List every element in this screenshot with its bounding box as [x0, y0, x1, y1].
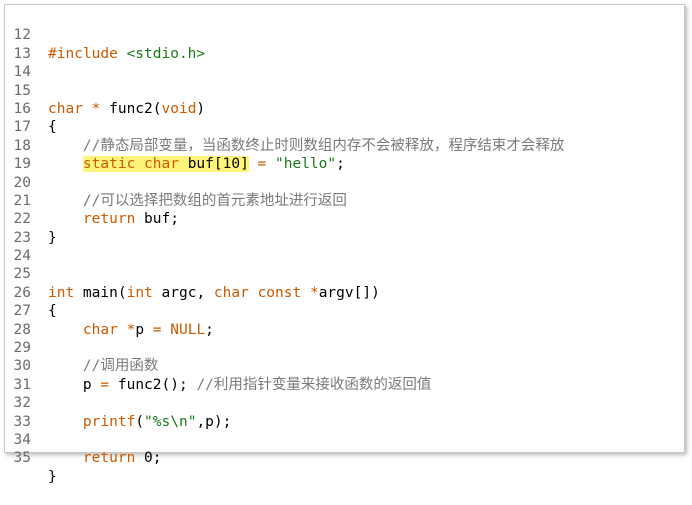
code-line: 33: [5, 394, 684, 430]
code-line: 34 return 0;: [5, 413, 684, 466]
code-line: 29 //调用函数: [5, 321, 684, 374]
code-line: 30 p = func2(); //利用指针变量来接收函数的返回值: [5, 339, 684, 392]
code-line: 35 }: [5, 431, 684, 484]
code-line: 32 printf("%s\n",p);: [5, 376, 684, 429]
code-line: 16 {: [5, 82, 684, 135]
code-line: 24: [5, 229, 684, 264]
line-code: }: [48, 468, 57, 485]
code-line: 17 //静态局部变量，当函数终止时则数组内存不会被释放，程序结束才会释放: [5, 100, 684, 153]
code-line: 25 int main(int argc, char const *argv[]…: [5, 247, 684, 300]
code-line: 22 }: [5, 192, 684, 245]
code-line: 21 return buf;: [5, 174, 684, 227]
code-line: 13: [5, 26, 684, 62]
code-line: 27 char *p = NULL;: [5, 284, 684, 337]
code-line: 28: [5, 302, 684, 338]
code-line-highlighted: 18 static char buf[10] = "hello";: [5, 118, 684, 173]
code-editor: 12 #include <stdio.h> 13 14 15 char * fu…: [5, 8, 684, 484]
code-line: 23: [5, 210, 684, 246]
code-line: 15 char * func2(void): [5, 63, 684, 117]
code-line: 12 #include <stdio.h>: [5, 8, 684, 61]
code-line: 14: [5, 45, 684, 80]
code-line: 31: [5, 357, 684, 393]
code-screenshot-frame: 12 #include <stdio.h> 13 14 15 char * fu…: [4, 4, 685, 485]
code-line: 19: [5, 137, 684, 172]
code-line: 26 {: [5, 265, 684, 319]
code-line: 20 //可以选择把数组的首元素地址进行返回: [5, 155, 684, 209]
